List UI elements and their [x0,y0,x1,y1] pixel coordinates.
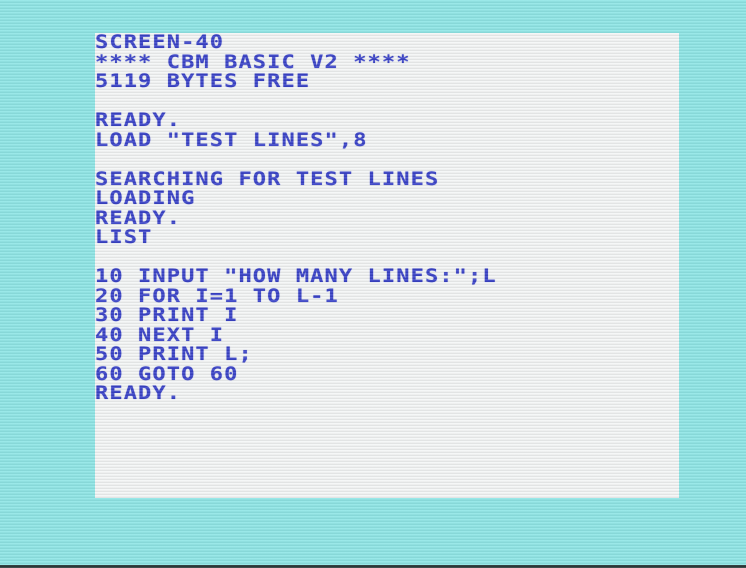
list-command-line: LIST [95,226,153,249]
program-line: 50 PRINT L; [95,343,253,366]
program-line: 30 PRINT I [95,304,239,327]
loading-line: LOADING [95,187,196,210]
ready-prompt: READY. [95,109,182,132]
ready-prompt: READY. [95,382,182,405]
bytes-free-line: 5119 BYTES FREE [95,70,311,93]
crt-monitor: SCREEN-40 **** CBM BASIC V2 **** 5119 BY… [0,0,746,568]
program-line: 60 GOTO 60 [95,363,239,385]
ready-prompt: READY. [95,207,182,229]
basic-screen[interactable]: SCREEN-40 **** CBM BASIC V2 **** 5119 BY… [95,33,679,498]
basic-version-banner: **** CBM BASIC V2 **** [95,51,411,73]
screen-text: SCREEN-40 **** CBM BASIC V2 **** 5119 BY… [95,33,679,404]
load-command-line: LOAD "TEST LINES",8 [95,129,368,151]
searching-line: SEARCHING FOR TEST LINES [95,168,440,190]
screen-header-line: SCREEN-40 [95,33,225,54]
program-line: 10 INPUT "HOW MANY LINES:";L [95,265,497,288]
program-line: 40 NEXT I [95,324,225,346]
program-line: 20 FOR I=1 TO L-1 [95,285,339,307]
